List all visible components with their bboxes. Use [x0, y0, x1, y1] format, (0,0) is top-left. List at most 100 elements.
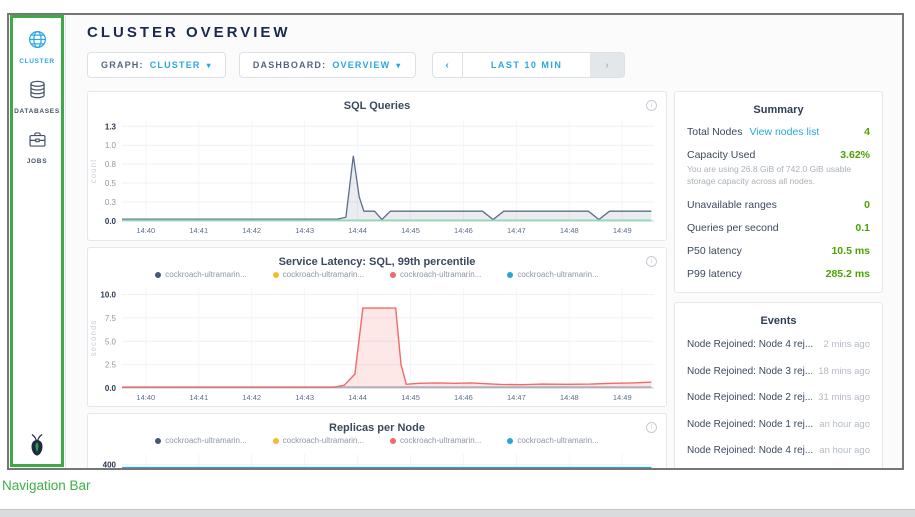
chart-legend: cockroach-ultramarin... cockroach-ultrama… [88, 436, 666, 449]
legend-dot-icon [273, 438, 279, 444]
dashboard-dropdown-label: DASHBOARD: [253, 60, 327, 70]
svg-text:14:41: 14:41 [189, 393, 208, 402]
database-icon [27, 87, 48, 104]
main-content: CLUSTER OVERVIEW GRAPH: CLUSTER ▾ DASHBO… [66, 15, 902, 468]
summary-row: Unavailable ranges0 [687, 193, 870, 216]
legend-item[interactable]: cockroach-ultramarin... [507, 436, 598, 449]
svg-text:0.0: 0.0 [105, 384, 117, 393]
view-nodes-list-link[interactable]: View nodes list [749, 126, 819, 138]
svg-text:1.3: 1.3 [105, 122, 117, 131]
chevron-down-icon: ▾ [207, 61, 212, 70]
event-row[interactable]: Node Rejoined: Node 4 rej...an hour ago [687, 437, 870, 464]
graph-dropdown[interactable]: GRAPH: CLUSTER ▾ [87, 52, 226, 78]
right-column: Summary Total NodesView nodes list4Capac… [674, 91, 883, 470]
legend-item[interactable]: cockroach-ultramarin... [507, 270, 598, 283]
svg-text:0.5: 0.5 [105, 179, 117, 188]
sidebar-item-databases[interactable]: DATABASES [9, 79, 65, 115]
summary-row-label: Capacity Used [687, 149, 755, 161]
summary-row: Capacity Used3.62%You are using 26.8 GiB… [687, 143, 870, 193]
svg-text:14:44: 14:44 [348, 393, 367, 402]
chart-plot[interactable]: 0.00.30.50.81.01.314:4014:4114:4214:4314… [88, 116, 664, 237]
event-row[interactable]: Node Rejoined: Node 2 rej...31 mins ago [687, 384, 870, 411]
event-row[interactable]: Node Rejoined: Node 1 rej...an hour ago [687, 411, 870, 438]
legend-dot-icon [155, 272, 161, 278]
cockroachdb-logo[interactable] [9, 432, 65, 463]
charts-column: SQL Queriesi0.00.30.50.81.01.314:4014:41… [87, 91, 667, 470]
svg-text:1.0: 1.0 [105, 141, 117, 150]
summary-row-value: 0.1 [855, 222, 870, 234]
summary-row-label: Unavailable ranges [687, 199, 777, 211]
sidebar-item-cluster[interactable]: CLUSTER [9, 29, 65, 65]
sidebar-item-label: JOBS [9, 158, 65, 165]
page-title: CLUSTER OVERVIEW [87, 24, 902, 41]
legend-item[interactable]: cockroach-ultramarin... [390, 270, 481, 283]
dashboard-dropdown[interactable]: DASHBOARD: OVERVIEW ▾ [239, 52, 416, 78]
bottom-strip [0, 509, 915, 517]
svg-text:14:48: 14:48 [560, 393, 579, 402]
sidebar-item-jobs[interactable]: JOBS [9, 129, 65, 165]
summary-row: Queries per second 0.1 [687, 216, 870, 239]
legend-item[interactable]: cockroach-ultramarin... [390, 436, 481, 449]
summary-title: Summary [687, 104, 870, 116]
event-message: Node Rejoined: Node 1 rej... [687, 419, 813, 430]
legend-dot-icon [273, 272, 279, 278]
summary-row: Total NodesView nodes list4 [687, 120, 870, 143]
controls-row: GRAPH: CLUSTER ▾ DASHBOARD: OVERVIEW ▾ ‹… [87, 52, 902, 78]
event-timestamp: 31 mins ago [812, 392, 870, 403]
info-icon[interactable]: i [646, 256, 657, 267]
legend-dot-icon [390, 438, 396, 444]
chart-plot[interactable]: 0.02.55.07.510.014:4014:4114:4214:4314:4… [88, 283, 664, 404]
graph-dropdown-value: CLUSTER [150, 60, 201, 70]
summary-row-subtext: You are using 26.8 GiB of 742.0 GiB usab… [687, 164, 870, 188]
svg-text:14:42: 14:42 [242, 393, 261, 402]
sidebar-item-label: DATABASES [9, 108, 65, 115]
legend-item[interactable]: cockroach-ultramarin... [273, 270, 364, 283]
event-timestamp: an hour ago [813, 445, 870, 456]
legend-dot-icon [390, 272, 396, 278]
svg-text:seconds: seconds [89, 320, 98, 357]
event-message: Node Rejoined: Node 4 rej... [687, 445, 813, 456]
series-sql-queries [122, 156, 651, 220]
time-range-label[interactable]: LAST 10 MIN [463, 53, 591, 77]
info-icon[interactable]: i [646, 100, 657, 111]
time-range-selector: ‹ LAST 10 MIN › [432, 52, 625, 78]
svg-text:400: 400 [103, 461, 117, 470]
svg-text:2.5: 2.5 [105, 361, 117, 370]
event-message: Node Rejoined: Node 3 rej... [687, 366, 812, 377]
svg-text:0.8: 0.8 [105, 160, 117, 169]
chart-plot[interactable]: 40014:4014:4114:4214:4314:4414:4514:4614… [88, 449, 664, 470]
svg-text:14:48: 14:48 [560, 226, 579, 235]
svg-text:14:45: 14:45 [401, 226, 420, 235]
legend-item[interactable]: cockroach-ultramarin... [155, 436, 246, 449]
summary-row-label: Queries per second [687, 222, 779, 234]
legend-item[interactable]: cockroach-ultramarin... [155, 270, 246, 283]
navigation-bar-annotation-label: Navigation Bar [2, 478, 91, 493]
event-timestamp: 2 mins ago [818, 339, 870, 350]
graph-dropdown-label: GRAPH: [101, 60, 144, 70]
legend-dot-icon [155, 438, 161, 444]
svg-text:14:46: 14:46 [454, 393, 473, 402]
legend-item[interactable]: cockroach-ultramarin... [273, 436, 364, 449]
svg-text:7.5: 7.5 [105, 314, 117, 323]
event-message: Node Rejoined: Node 4 rej... [687, 339, 813, 350]
event-timestamp: 18 mins ago [812, 366, 870, 377]
summary-row-value: 4 [864, 126, 870, 138]
event-row[interactable]: Node Rejoined: Node 3 rej...18 mins ago [687, 358, 870, 385]
chart-title: Service Latency: SQL, 99th percentile [88, 248, 666, 270]
svg-text:0.0: 0.0 [105, 217, 117, 226]
time-range-prev-button[interactable]: ‹ [433, 53, 463, 77]
svg-text:0.3: 0.3 [105, 198, 117, 207]
chevron-down-icon: ▾ [396, 61, 401, 70]
legend-dot-icon [507, 438, 513, 444]
summary-panel: Summary Total NodesView nodes list4Capac… [674, 91, 883, 293]
chart-card-service-latency-sql-99th-percentile: Service Latency: SQL, 99th percentilei co… [87, 247, 667, 407]
event-row[interactable]: Node Rejoined: Node 4 rej... 2 mins ago [687, 331, 870, 358]
dashboard-dropdown-value: OVERVIEW [332, 60, 390, 70]
time-range-next-button-disabled: › [590, 53, 623, 77]
svg-text:14:40: 14:40 [136, 393, 155, 402]
chart-title: Replicas per Node [88, 414, 666, 436]
summary-row-label: P50 latency [687, 245, 742, 257]
info-icon[interactable]: i [646, 422, 657, 433]
chart-card-replicas-per-node: Replicas per Nodei cockroach-ultramarin..… [87, 413, 667, 470]
chart-legend: cockroach-ultramarin... cockroach-ultrama… [88, 270, 666, 283]
